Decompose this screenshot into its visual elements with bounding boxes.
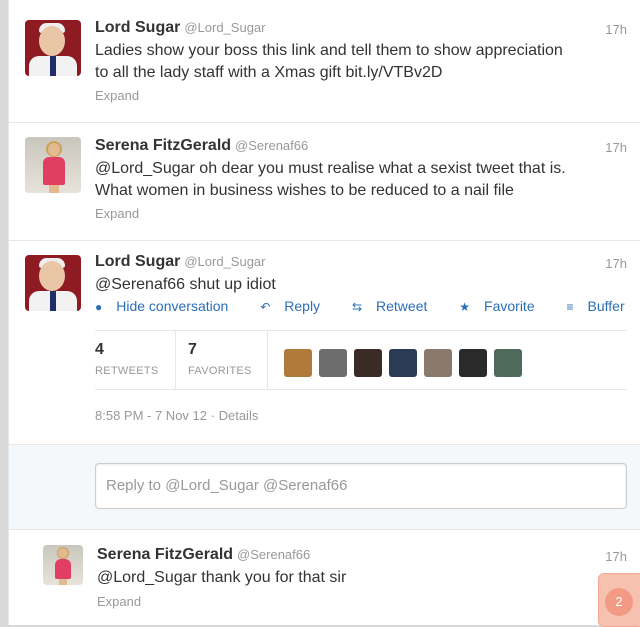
tweet-handle[interactable]: @Serenaf66: [237, 547, 310, 562]
tweet-time[interactable]: 17h: [605, 549, 627, 564]
buffer-action[interactable]: ≡ Buffer: [567, 298, 639, 314]
favoriter-avatar[interactable]: [424, 349, 452, 377]
tweet-time[interactable]: 17h: [605, 22, 627, 37]
tweet-time[interactable]: 17h: [605, 256, 627, 271]
favoriter-avatar[interactable]: [494, 349, 522, 377]
tweet-actions: ● Hide conversation ↶ Reply ⇆ Retweet ★ Favo…: [95, 298, 640, 314]
tweet-author[interactable]: Serena FitzGerald @Serenaf66: [97, 546, 310, 564]
tweet-text-line: @Serenaf66 shut up idiot: [95, 276, 276, 293]
favoriter-avatar[interactable]: [284, 349, 312, 377]
retweets-count: 4: [95, 341, 104, 358]
retweet-action[interactable]: ⇆ Retweet: [352, 298, 441, 314]
tweet-handle[interactable]: @Lord_Sugar: [184, 20, 265, 35]
favoriter-avatar[interactable]: [389, 349, 417, 377]
speech-bubble-icon: ●: [95, 300, 103, 314]
avatar-serena-fitzgerald[interactable]: [25, 137, 81, 193]
tweet-4[interactable]: Serena FitzGerald @Serenaf66 17h @Lord_Su…: [9, 529, 640, 625]
expand-link[interactable]: Expand: [95, 88, 139, 103]
reply-arrow-icon: ↶: [260, 300, 271, 314]
tweet-author[interactable]: Serena FitzGerald @Serenaf66: [95, 137, 308, 155]
timeline-stream: Lord Sugar @Lord_Sugar 17h Ladies show yo…: [8, 0, 640, 625]
stat-divider: [175, 331, 176, 389]
tweet-stats: 4 RETWEETS 7 FAVORITES: [95, 330, 627, 390]
expand-link[interactable]: Expand: [95, 206, 139, 221]
reply-action[interactable]: ↶ Reply: [260, 298, 334, 314]
retweet-icon: ⇆: [351, 300, 363, 314]
tweet-handle[interactable]: @Serenaf66: [235, 138, 308, 153]
meta-separator: ·: [210, 408, 215, 423]
tweet-meta: 8:58 PM - 7 Nov 12 · Details: [95, 408, 258, 423]
tweet-text-line: What women in business wishes to be redu…: [95, 182, 514, 199]
retweets-label: RETWEETS: [95, 365, 159, 377]
tweet-handle[interactable]: @Lord_Sugar: [184, 254, 265, 269]
buffer-stack-icon: ≡: [566, 300, 574, 314]
favorites-label: FAVORITES: [188, 365, 252, 377]
reply-placeholder: Reply to @Lord_Sugar @Serenaf66: [106, 477, 348, 494]
reply-area: Reply to @Lord_Sugar @Serenaf66: [9, 444, 640, 530]
tweet-text-line: to all the lady staff with a Xmas gift b…: [95, 64, 443, 81]
tweet-author[interactable]: Lord Sugar @Lord_Sugar: [95, 253, 265, 271]
details-link[interactable]: Details: [219, 408, 259, 423]
tweet-1[interactable]: Lord Sugar @Lord_Sugar 17h Ladies show yo…: [9, 0, 640, 122]
expand-link[interactable]: Expand: [97, 594, 141, 609]
favorites-stat[interactable]: 7 FAVORITES: [188, 341, 252, 377]
hide-conversation-action[interactable]: ● Hide conversation: [95, 298, 242, 314]
avatar-lord-sugar[interactable]: [25, 255, 81, 311]
star-icon: ★: [459, 300, 471, 314]
tweet-text-line: @Lord_Sugar oh dear you must realise wha…: [95, 160, 566, 177]
favoriter-avatar[interactable]: [459, 349, 487, 377]
badge-count: 2: [605, 588, 633, 616]
notification-badge[interactable]: 2: [598, 573, 640, 627]
favorites-count: 7: [188, 341, 197, 358]
favoriter-avatar[interactable]: [354, 349, 382, 377]
favorite-action[interactable]: ★ Favorite: [459, 298, 548, 314]
reply-input[interactable]: Reply to @Lord_Sugar @Serenaf66: [95, 463, 627, 509]
tweet-text-line: Ladies show your boss this link and tell…: [95, 42, 563, 59]
tweet-text-line: @Lord_Sugar thank you for that sir: [97, 569, 347, 586]
retweets-stat[interactable]: 4 RETWEETS: [95, 341, 159, 377]
stat-divider: [267, 331, 268, 389]
avatar-serena-fitzgerald[interactable]: [43, 545, 83, 585]
avatar-lord-sugar[interactable]: [25, 20, 81, 76]
favoriter-avatar[interactable]: [319, 349, 347, 377]
tweet-timestamp[interactable]: 8:58 PM - 7 Nov 12: [95, 408, 207, 423]
tweet-2[interactable]: Serena FitzGerald @Serenaf66 17h @Lord_Su…: [9, 123, 640, 240]
tweet-time[interactable]: 17h: [605, 140, 627, 155]
tweet-author[interactable]: Lord Sugar @Lord_Sugar: [95, 19, 265, 37]
